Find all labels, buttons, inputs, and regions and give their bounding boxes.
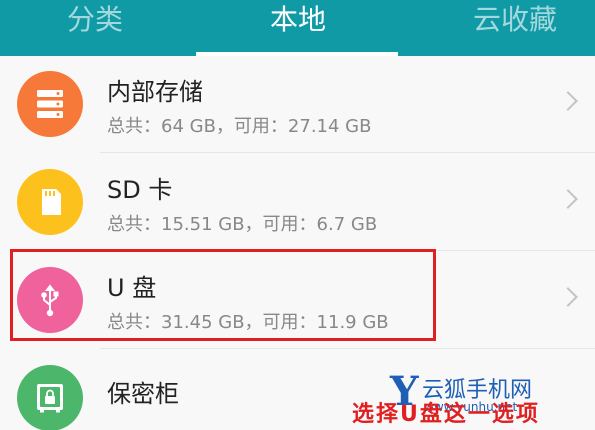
storage-item-title: 内部存储 [107, 78, 203, 106]
tab-cloud-favorites[interactable]: 云收藏 [440, 0, 590, 56]
tab-category[interactable]: 分类 [30, 0, 160, 56]
sd-card-icon [17, 169, 83, 235]
instruction-caption: 选择U盘这一选项 [352, 402, 540, 427]
storage-item-title: 保密柜 [107, 380, 179, 408]
tab-local[interactable]: 本地 [208, 0, 388, 56]
divider [100, 348, 595, 349]
chevron-right-icon [558, 189, 578, 209]
storage-icon [17, 71, 83, 137]
storage-item-capacity: 总共：64 GB，可用：27.14 GB [107, 116, 372, 137]
storage-item-title: SD 卡 [107, 176, 173, 204]
divider [100, 152, 595, 153]
storage-item-internal[interactable]: 内部存储 总共：64 GB，可用：27.14 GB [0, 56, 595, 152]
tab-bar: 分类 本地 云收藏 [0, 0, 595, 56]
chevron-right-icon [558, 287, 578, 307]
storage-item-sd-card[interactable]: SD 卡 总共：15.51 GB，可用：6.7 GB [0, 154, 595, 250]
selection-highlight-box [10, 249, 436, 341]
chevron-right-icon [558, 91, 578, 111]
storage-item-capacity: 总共：15.51 GB，可用：6.7 GB [107, 214, 378, 235]
safe-icon [17, 365, 83, 430]
